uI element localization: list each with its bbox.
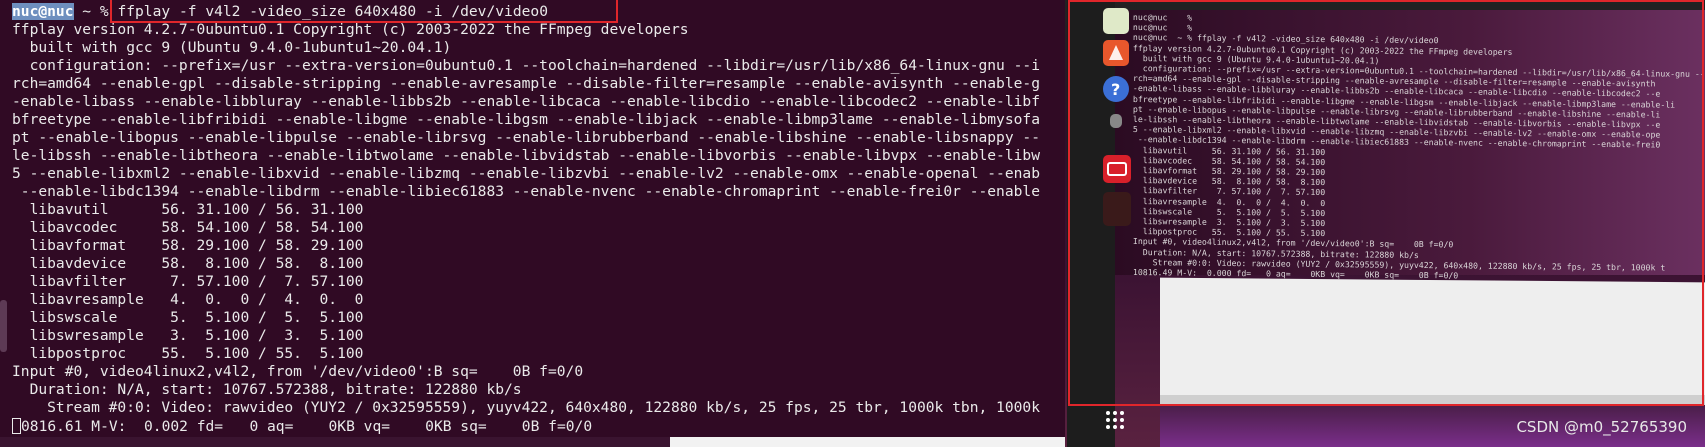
terminal-output-line: --enable-libdc1394 --enable-libdrm --ena…: [12, 183, 1040, 200]
terminal-output-line: -enable-libass --enable-libbluray --enab…: [12, 93, 1040, 110]
terminal-cursor: [12, 418, 21, 434]
app-grid-icon: [1103, 408, 1127, 432]
terminal-output-line: Stream #0:0: Video: rawvideo (YUY2 / 0x3…: [12, 399, 1040, 416]
terminal-output-line: libavfilter 7. 57.100 / 7. 57.100: [12, 273, 364, 290]
status-line-text: 0816.61 M-V: 0.002 fd= 0 aq= 0KB vq= 0KB…: [21, 418, 593, 435]
terminal-output-line: pt --enable-libopus --enable-libpulse --…: [12, 129, 1040, 146]
terminal-status-line: 0816.61 M-V: 0.002 fd= 0 aq= 0KB vq= 0KB…: [12, 418, 592, 436]
terminal-output-line: ffplay version 4.2.7-0ubuntu0.1 Copyrigh…: [12, 21, 689, 38]
terminal-output-line: le-libssh --enable-libtheora --enable-li…: [12, 147, 1040, 164]
prompt-user: nuc@nuc: [12, 3, 74, 20]
terminal-output-line: libavutil 56. 31.100 / 56. 31.100: [12, 201, 364, 218]
terminal-output-line: libavdevice 58. 8.100 / 58. 8.100: [12, 255, 364, 272]
terminal-output-line: built with gcc 9 (Ubuntu 9.4.0-1ubuntu1~…: [12, 39, 452, 56]
terminal-output-line: Input #0, video4linux2,v4l2, from '/dev/…: [12, 363, 584, 380]
watermark: CSDN @m0_52765390: [1516, 418, 1687, 436]
photo-highlight-box: [1068, 0, 1704, 406]
terminal-output-line: configuration: --prefix=/usr --extra-ver…: [12, 57, 1040, 74]
terminal-output-line: Duration: N/A, start: 10767.572388, bitr…: [12, 381, 522, 398]
terminal-scrollbar-thumb[interactable]: [0, 300, 7, 352]
terminal-output-line: libswresample 3. 5.100 / 3. 5.100: [12, 327, 364, 344]
terminal-window[interactable]: nuc@nuc ~ % ffplay -f v4l2 -video_size 6…: [0, 0, 1065, 447]
terminal-output-line: libswscale 5. 5.100 / 5. 5.100: [12, 309, 364, 326]
terminal-output-line: bfreetype --enable-libfribidi --enable-l…: [12, 111, 1040, 128]
terminal-output-line: libpostproc 55. 5.100 / 55. 5.100: [12, 345, 364, 362]
terminal-output-line: libavcodec 58. 54.100 / 58. 54.100: [12, 219, 364, 236]
terminal-output-line: libavformat 58. 29.100 / 58. 29.100: [12, 237, 364, 254]
horizontal-scrollbar-thumb[interactable]: [670, 437, 1065, 447]
terminal-output-line: rch=amd64 --enable-gpl --disable-strippi…: [12, 75, 1040, 92]
terminal-output-line: 5 --enable-libxml2 --enable-libxvid --en…: [12, 165, 1040, 182]
command-highlight-box: [110, 0, 618, 23]
terminal-output-line: libavresample 4. 0. 0 / 4. 0. 0: [12, 291, 364, 308]
